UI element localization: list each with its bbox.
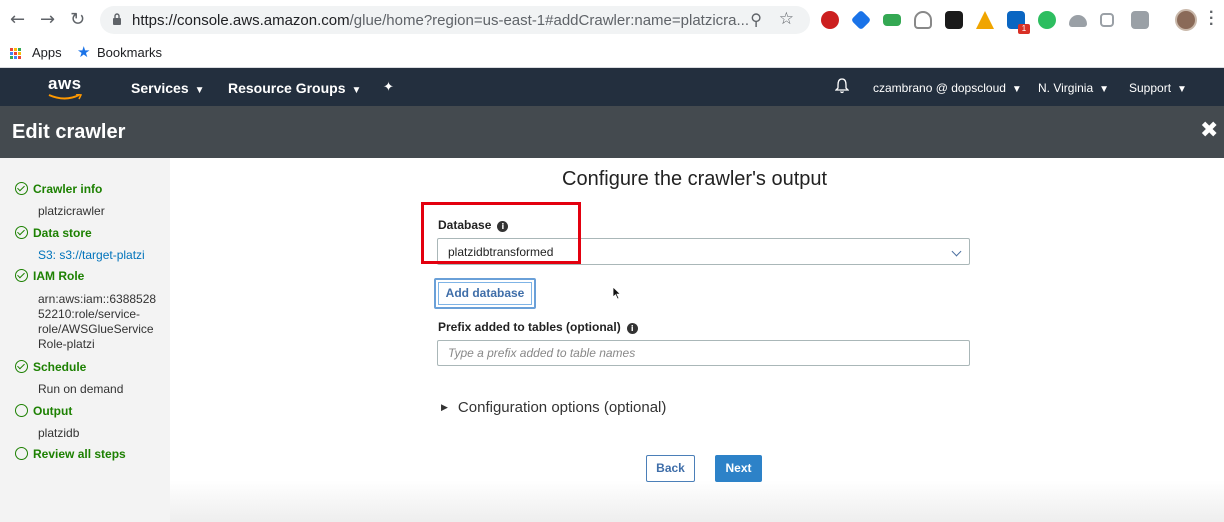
wizard-header: Edit crawler ✖ xyxy=(0,106,1224,158)
drive-warning-icon[interactable] xyxy=(976,11,994,29)
pin-icon[interactable]: ✦ xyxy=(383,79,394,95)
empty-circle-icon xyxy=(15,404,28,417)
chevron-down-icon xyxy=(951,246,962,257)
aws-smile-icon xyxy=(48,94,82,100)
configuration-options-toggle[interactable]: ▶ Configuration options (optional) xyxy=(441,399,666,416)
close-icon[interactable]: ✖ xyxy=(1200,118,1218,143)
step-output[interactable]: Output xyxy=(15,404,72,418)
cloud-icon[interactable] xyxy=(1069,15,1087,27)
aws-top-nav: aws Services ▼ Resource Groups ▼ ✦ czambra… xyxy=(0,68,1224,106)
inbox-icon[interactable] xyxy=(883,14,901,26)
apps-grid-icon[interactable] xyxy=(10,48,22,60)
shield-icon[interactable] xyxy=(914,11,932,29)
chevron-down-icon: ▼ xyxy=(194,85,205,96)
add-database-button[interactable]: Add database xyxy=(434,278,536,309)
step-detail: Run on demand xyxy=(38,382,124,396)
section-title: Configure the crawler's output xyxy=(562,168,828,190)
empty-circle-icon xyxy=(15,447,28,460)
bookmark-star-icon[interactable]: ☆ xyxy=(779,9,794,29)
caret-right-icon: ▶ xyxy=(441,403,448,413)
chevron-down-icon: ▼ xyxy=(1099,84,1110,95)
mouse-cursor-icon xyxy=(612,286,622,300)
support-menu[interactable]: Support ▼ xyxy=(1129,81,1187,95)
step-detail: platzidb xyxy=(38,426,80,440)
evernote-icon[interactable] xyxy=(1038,11,1056,29)
highlight-annotation xyxy=(421,202,581,264)
tree-icon[interactable] xyxy=(1100,13,1114,27)
nav-icon[interactable] xyxy=(850,9,872,31)
bell-icon[interactable] xyxy=(835,78,849,94)
main-panel-footer xyxy=(170,480,1224,522)
chevron-down-icon: ▼ xyxy=(351,85,362,96)
address-bar[interactable]: https://console.aws.amazon.com/glue/home… xyxy=(100,6,810,34)
facebook-icon[interactable] xyxy=(1131,11,1149,29)
services-menu[interactable]: Services ▼ xyxy=(131,80,205,96)
chevron-down-icon: ▼ xyxy=(1177,84,1187,95)
menu-dots-icon[interactable]: · · · xyxy=(1209,5,1214,33)
k-icon[interactable] xyxy=(945,11,963,29)
step-data-store[interactable]: Data store xyxy=(15,226,92,240)
check-circle-icon xyxy=(15,182,28,195)
back-button[interactable]: Back xyxy=(646,455,695,482)
step-detail: S3: s3://target-platzi xyxy=(38,248,145,262)
step-detail-line: arn:aws:iam::6388528 xyxy=(38,292,157,306)
page-title: Edit crawler xyxy=(12,121,126,143)
browser-toolbar: ← → ↻ https://console.aws.amazon.com/glu… xyxy=(0,0,1224,40)
step-detail-line: 52210:role/service- xyxy=(38,307,141,321)
aws-logo[interactable]: aws xyxy=(48,74,82,94)
back-arrow-icon[interactable]: ← xyxy=(10,10,25,30)
chevron-down-icon: ▼ xyxy=(1011,84,1022,95)
step-detail-line: role/AWSGlueService xyxy=(38,322,154,336)
linkedin-badge: 1 xyxy=(1018,24,1030,34)
check-circle-icon xyxy=(15,360,28,373)
resource-groups-menu[interactable]: Resource Groups ▼ xyxy=(228,80,361,96)
zoom-icon[interactable]: ⚲ xyxy=(750,10,762,30)
step-schedule[interactable]: Schedule xyxy=(15,360,86,374)
bookmark-apps[interactable]: Apps xyxy=(32,45,62,60)
region-menu[interactable]: N. Virginia ▼ xyxy=(1038,81,1109,95)
step-detail: platzicrawler xyxy=(38,204,105,218)
prefix-input[interactable] xyxy=(437,340,970,366)
opera-icon[interactable] xyxy=(821,11,839,29)
info-icon[interactable]: i xyxy=(626,323,638,334)
check-circle-icon xyxy=(15,269,28,282)
prefix-label: Prefix added to tables (optional) i xyxy=(438,320,638,334)
check-circle-icon xyxy=(15,226,28,239)
step-iam-role[interactable]: IAM Role xyxy=(15,269,84,283)
bookmarks-bar: Apps ★ Bookmarks xyxy=(0,40,1224,68)
step-crawler-info[interactable]: Crawler info xyxy=(15,182,102,196)
next-button[interactable]: Next xyxy=(715,455,762,482)
bookmark-bookmarks[interactable]: Bookmarks xyxy=(97,45,162,60)
step-review[interactable]: Review all steps xyxy=(15,447,126,461)
reload-icon[interactable]: ↻ xyxy=(70,10,85,30)
url-text: https://console.aws.amazon.com/glue/home… xyxy=(132,12,749,29)
forward-arrow-icon[interactable]: → xyxy=(40,10,55,30)
step-detail-line: Role-platzi xyxy=(38,337,95,351)
profile-avatar[interactable] xyxy=(1175,9,1197,31)
account-menu[interactable]: czambrano @ dopscloud ▼ xyxy=(873,81,1022,95)
bookmarks-star-icon: ★ xyxy=(77,44,91,61)
lock-icon xyxy=(113,13,121,25)
